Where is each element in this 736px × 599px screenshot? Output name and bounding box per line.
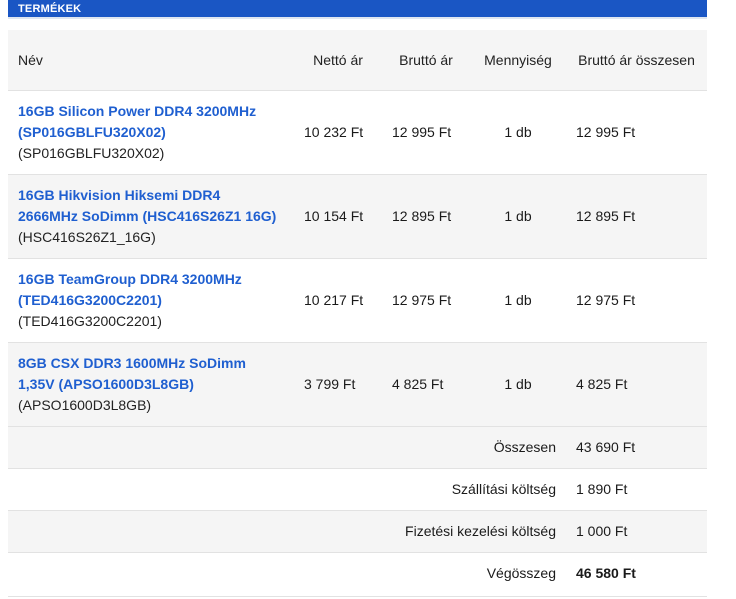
summary-row-shipping: Szállítási költség 1 890 Ft [8,467,707,510]
column-header-name: Név [18,51,43,68]
section-divider [8,17,707,19]
product-link[interactable]: 16GB Silicon Power DDR4 3200MHz (SP016GB… [18,103,256,140]
payment-fee-value: 1 000 Ft [566,509,707,552]
products-table: Név Nettó ár Bruttó ár Mennyiség Bruttó … [8,30,707,594]
subtotal-value: 43 690 Ft [566,425,707,468]
net-price: 10 232 Ft [294,89,382,174]
gross-total: 4 825 Ft [566,341,707,426]
gross-price: 12 975 Ft [382,257,470,342]
net-price: 10 217 Ft [294,257,382,342]
gross-total: 12 995 Ft [566,89,707,174]
product-code: (APSO1600D3L8GB) [18,396,152,413]
quantity: 1 db [470,341,566,426]
net-price: 10 154 Ft [294,173,382,258]
gross-total: 12 895 Ft [566,173,707,258]
gross-price: 12 995 Ft [382,89,470,174]
gross-price: 12 895 Ft [382,173,470,258]
column-header-quantity: Mennyiség [484,51,552,68]
product-cell: 16GB TeamGroup DDR4 3200MHz (TED416G3200… [8,257,294,342]
quantity: 1 db [470,89,566,174]
product-link[interactable]: 8GB CSX DDR3 1600MHz SoDimm 1,35V (APSO1… [18,355,246,392]
table-row: 8GB CSX DDR3 1600MHz SoDimm 1,35V (APSO1… [8,341,707,426]
product-link[interactable]: 16GB Hikvision Hiksemi DDR4 2666MHz SoDi… [18,187,276,224]
total-value: 46 580 Ft [566,551,707,594]
summary-row-payment-fee: Fizetési kezelési költség 1 000 Ft [8,509,707,552]
summary-row-subtotal: Összesen 43 690 Ft [8,425,707,468]
shipping-label: Szállítási költség [8,467,566,510]
section-header: TERMÉKEK [8,0,707,17]
table-row: 16GB Silicon Power DDR4 3200MHz (SP016GB… [8,89,707,174]
product-link[interactable]: 16GB TeamGroup DDR4 3200MHz (TED416G3200… [18,271,242,308]
quantity: 1 db [470,173,566,258]
net-price: 3 799 Ft [294,341,382,426]
product-cell: 16GB Hikvision Hiksemi DDR4 2666MHz SoDi… [8,173,294,258]
table-header-row: Név Nettó ár Bruttó ár Mennyiség Bruttó … [8,30,707,90]
product-code: (TED416G3200C2201) [18,312,162,329]
total-label: Végösszeg [8,551,566,594]
product-code: (SP016GBLFU320X02) [18,144,165,161]
product-cell: 8GB CSX DDR3 1600MHz SoDimm 1,35V (APSO1… [8,341,294,426]
column-header-gross-total: Bruttó ár összesen [578,51,695,68]
table-row: 16GB TeamGroup DDR4 3200MHz (TED416G3200… [8,257,707,342]
quantity: 1 db [470,257,566,342]
column-header-net-price: Nettó ár [313,51,363,68]
payment-fee-label: Fizetési kezelési költség [8,509,566,552]
summary-row-total: Végösszeg 46 580 Ft [8,551,707,594]
product-code: (HSC416S26Z1_16G) [18,228,156,245]
shipping-value: 1 890 Ft [566,467,707,510]
gross-price: 4 825 Ft [382,341,470,426]
product-cell: 16GB Silicon Power DDR4 3200MHz (SP016GB… [8,89,294,174]
subtotal-label: Összesen [8,425,566,468]
table-row: 16GB Hikvision Hiksemi DDR4 2666MHz SoDi… [8,173,707,258]
column-header-gross-price: Bruttó ár [399,51,453,68]
section-title: TERMÉKEK [18,3,82,15]
table-bottom-border [8,596,707,597]
gross-total: 12 975 Ft [566,257,707,342]
